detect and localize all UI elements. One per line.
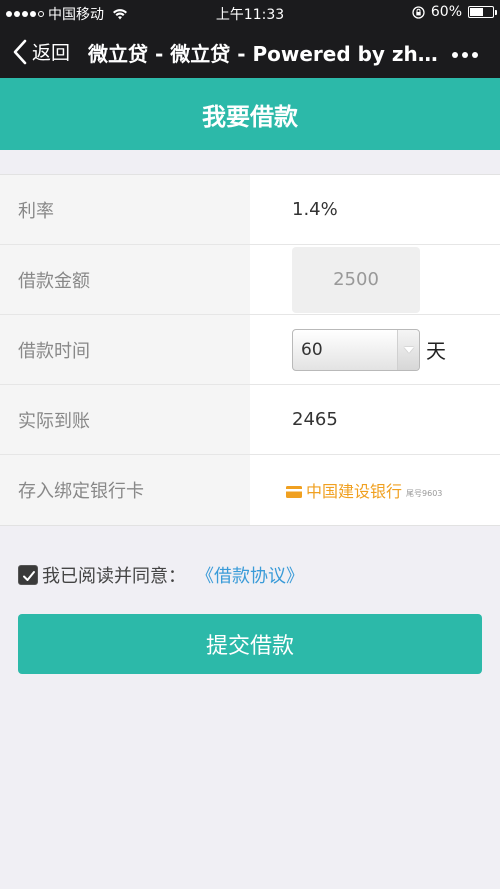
bank-card-info: 中国建设银行 尾号9603 [268,478,442,502]
bank-label: 存入绑定银行卡 [0,455,250,525]
bank-cell[interactable]: 中国建设银行 尾号9603 [250,455,500,525]
battery-icon [468,6,497,18]
loan-form: 利率 1.4% 借款金额 借款时间 60 天 实际到账 2465 存入绑定银行卡 [0,174,500,526]
battery-percent: 60% [430,4,462,20]
status-right: 60% [412,4,497,20]
actual-label: 实际到账 [0,385,250,454]
agreement-text: 我已阅读并同意： [42,566,186,587]
checkmark-icon [23,571,35,581]
back-button[interactable]: 返回 [12,38,70,65]
nav-bar: 返回 微立贷 - 微立贷 - Powered by zhi... [0,26,500,78]
bank-name: 中国建设银行 [306,482,403,501]
chevron-down-icon [403,346,414,353]
duration-unit: 天 [426,339,446,363]
duration-label: 借款时间 [0,315,250,384]
duration-selected-value: 60 [301,339,323,360]
agreement-checkbox[interactable] [18,565,38,585]
page-title: 我要借款 [0,78,500,150]
rate-row: 利率 1.4% [0,175,500,245]
rate-label: 利率 [0,175,250,244]
battery-fill [470,8,484,16]
submit-button[interactable]: 提交借款 [18,614,482,674]
amount-cell [250,245,500,314]
duration-select[interactable]: 60 [292,328,420,371]
status-bar: 中国移动 上午11:33 60% [0,0,500,26]
amount-label: 借款金额 [0,245,250,314]
agreement-link[interactable]: 《借款协议》 [196,562,304,588]
amount-row: 借款金额 [0,245,500,315]
select-arrow-area [397,329,419,370]
chevron-left-icon [13,39,27,64]
amount-input[interactable] [292,246,420,313]
nav-title: 微立贷 - 微立贷 - Powered by zhi... [88,42,443,66]
card-tail-number: 尾号9603 [406,489,443,498]
bank-card-icon [286,486,302,498]
more-icon[interactable] [452,52,478,58]
rate-value: 1.4% [250,175,500,244]
actual-row: 实际到账 2465 [0,385,500,455]
orientation-lock-icon [412,5,425,19]
actual-value: 2465 [250,385,500,454]
agreement: 我已阅读并同意： 《借款协议》 [18,562,304,588]
back-label: 返回 [32,42,71,64]
duration-row: 借款时间 60 天 [0,315,500,385]
duration-cell: 60 天 [250,315,500,384]
bank-row: 存入绑定银行卡 中国建设银行 尾号9603 [0,455,500,525]
